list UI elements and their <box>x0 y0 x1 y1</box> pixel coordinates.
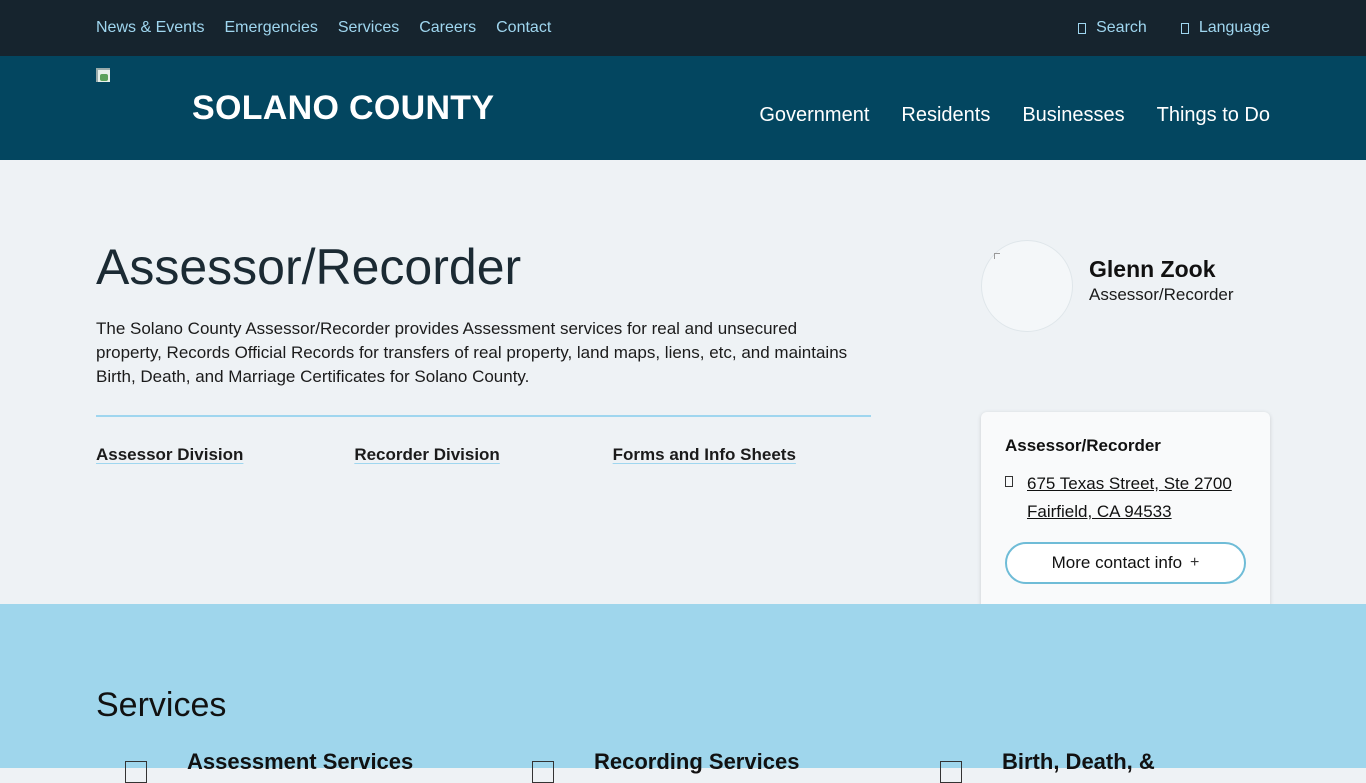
utility-nav: News & Events Emergencies Services Caree… <box>96 19 551 37</box>
search-label: Search <box>1096 19 1147 36</box>
address-line-2[interactable]: Fairfield, CA 94533 <box>1027 498 1232 526</box>
nav-things-to-do[interactable]: Things to Do <box>1157 104 1270 127</box>
map-pin-icon <box>1005 476 1013 487</box>
link-recorder-division[interactable]: Recorder Division <box>354 445 612 465</box>
official-name: Glenn Zook <box>1089 256 1216 282</box>
nav-residents[interactable]: Residents <box>901 104 990 127</box>
link-forms-info-sheets[interactable]: Forms and Info Sheets <box>613 445 871 465</box>
service-item-vital-records[interactable]: Birth, Death, & <box>940 749 1155 783</box>
main-content: Assessor/Recorder The Solano County Asse… <box>0 160 1366 612</box>
department-intro: The Solano County Assessor/Recorder prov… <box>96 319 848 386</box>
division-links: Assessor Division Recorder Division Form… <box>96 445 871 465</box>
utility-link-services[interactable]: Services <box>338 19 399 37</box>
official-profile: Glenn Zook Assessor/Recorder <box>981 240 1271 332</box>
official-photo <box>981 240 1073 332</box>
services-title: Services <box>96 686 227 724</box>
search-button[interactable]: Search <box>1078 19 1147 37</box>
contact-title: Assessor/Recorder <box>1005 436 1161 455</box>
department-overview: Assessor/Recorder The Solano County Asse… <box>96 240 871 465</box>
utility-link-news-events[interactable]: News & Events <box>96 19 204 37</box>
more-contact-info-button[interactable]: More contact info + <box>1005 542 1246 584</box>
services-section: Services Assessment Services Recording S… <box>0 604 1366 783</box>
assessment-service-icon <box>125 761 147 783</box>
official-role: Assessor/Recorder <box>1089 285 1234 304</box>
broken-image-icon <box>994 253 1000 259</box>
page-title: Assessor/Recorder <box>96 239 522 295</box>
address-lines: 675 Texas Street, Ste 2700 Fairfield, CA… <box>1027 470 1232 526</box>
plus-icon: + <box>1190 554 1200 571</box>
utility-link-careers[interactable]: Careers <box>419 19 476 37</box>
section-divider <box>96 415 871 417</box>
contact-address: 675 Texas Street, Ste 2700 Fairfield, CA… <box>1005 470 1246 526</box>
search-icon <box>1078 22 1087 34</box>
nav-government[interactable]: Government <box>759 104 869 127</box>
language-button[interactable]: Language <box>1180 19 1270 37</box>
link-assessor-division[interactable]: Assessor Division <box>96 445 354 465</box>
utility-link-emergencies[interactable]: Emergencies <box>224 19 317 37</box>
main-nav: Government Residents Businesses Things t… <box>759 104 1270 127</box>
more-contact-info-label: More contact info <box>1051 553 1183 572</box>
service-item-recording[interactable]: Recording Services <box>532 749 799 783</box>
globe-icon <box>1180 22 1189 34</box>
recording-service-icon <box>532 761 554 783</box>
broken-image-glyph <box>100 74 108 81</box>
service-label: Assessment Services <box>187 749 414 774</box>
service-label: Birth, Death, & <box>1002 749 1155 774</box>
county-logo[interactable] <box>96 68 112 84</box>
contact-card: Assessor/Recorder 675 Texas Street, Ste … <box>981 412 1270 612</box>
site-brand[interactable]: SOLANO COUNTY <box>192 89 494 128</box>
site-header: SOLANO COUNTY Government Residents Busin… <box>0 56 1366 160</box>
utility-link-contact[interactable]: Contact <box>496 19 551 37</box>
utility-tools: Search Language <box>1078 19 1270 37</box>
utility-bar: News & Events Emergencies Services Caree… <box>0 0 1366 56</box>
language-label: Language <box>1198 19 1270 36</box>
service-label: Recording Services <box>594 749 800 774</box>
address-line-1[interactable]: 675 Texas Street, Ste 2700 <box>1027 470 1232 498</box>
vital-records-service-icon <box>940 761 962 783</box>
service-item-assessment[interactable]: Assessment Services <box>125 749 413 783</box>
nav-businesses[interactable]: Businesses <box>1022 104 1124 127</box>
